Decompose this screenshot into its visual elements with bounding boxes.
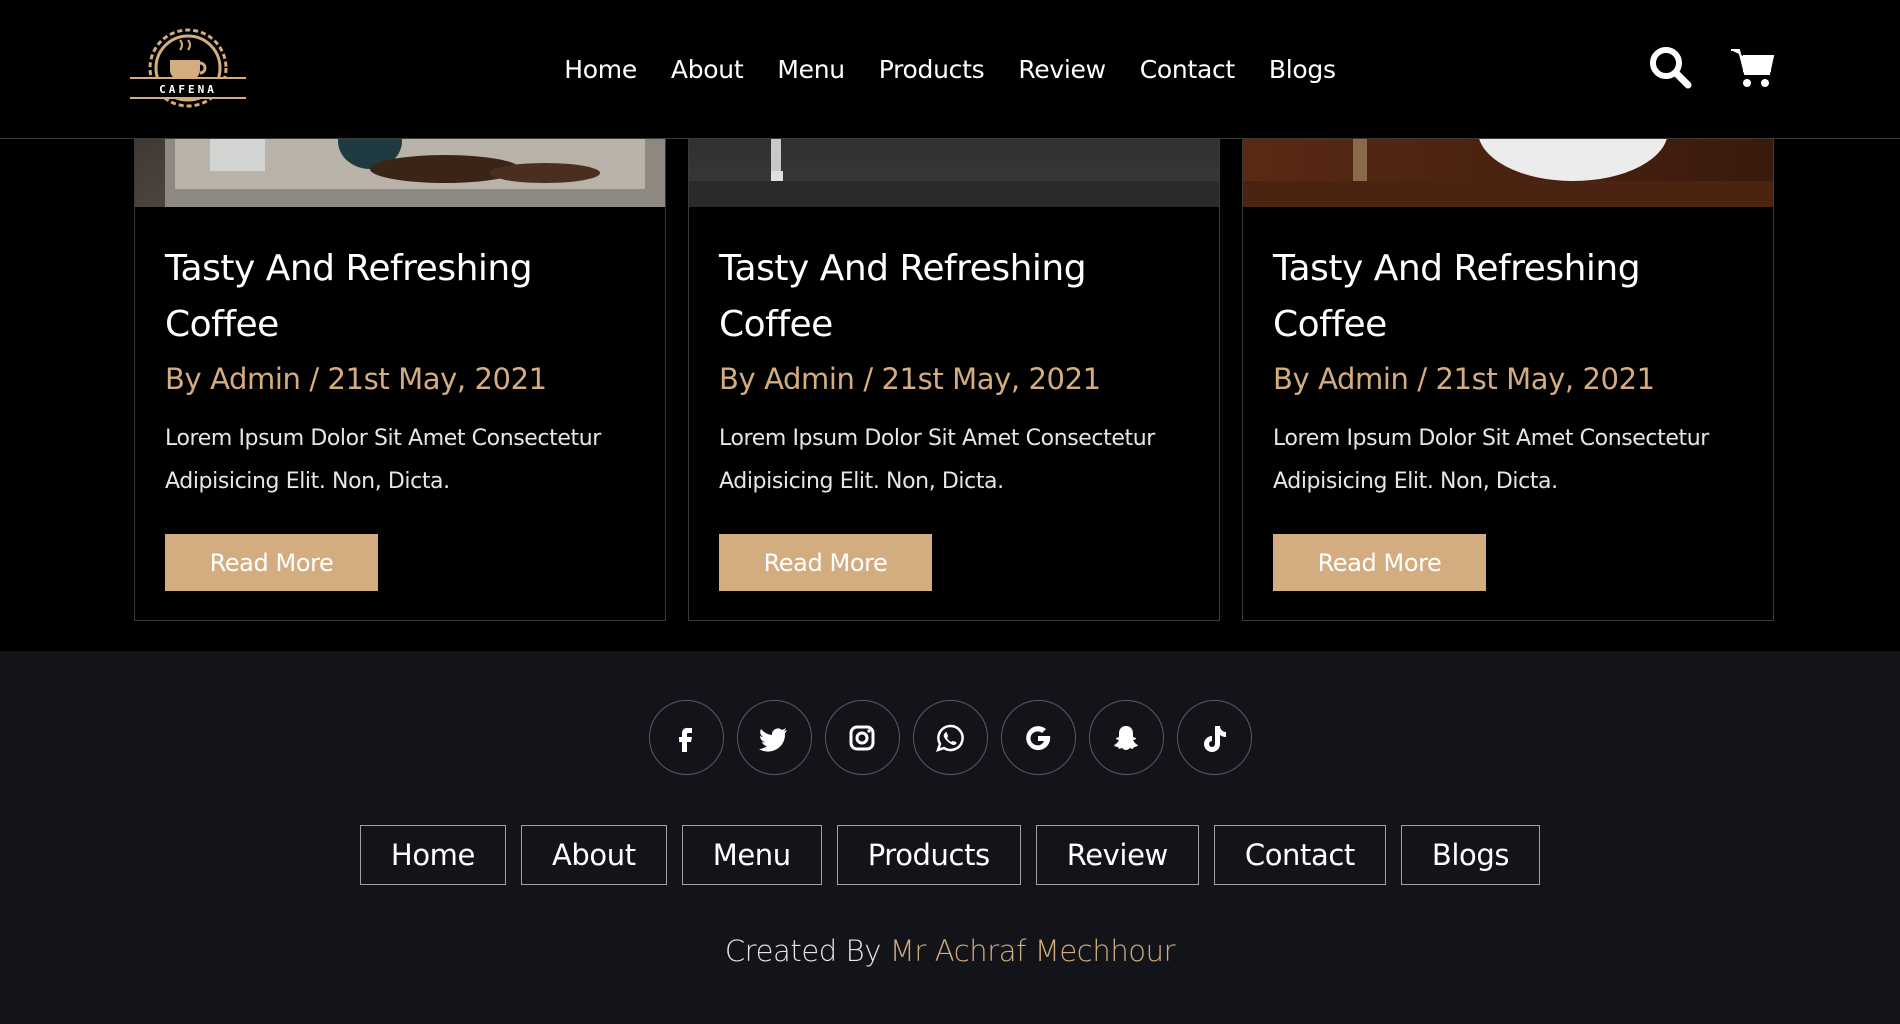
credit-prefix: Created By: [724, 934, 882, 968]
footer-nav: Home About Menu Products Review Contact …: [0, 825, 1900, 885]
nav-home[interactable]: Home: [564, 55, 637, 84]
read-more-button[interactable]: Read More: [1273, 534, 1486, 591]
nav-blogs[interactable]: Blogs: [1269, 55, 1336, 84]
main-nav: Home About Menu Products Review Contact …: [0, 0, 1900, 139]
nav-products[interactable]: Products: [879, 55, 985, 84]
footer-credit: Created By Mr Achraf Mechhour: [0, 934, 1900, 968]
footer-nav-blogs[interactable]: Blogs: [1400, 825, 1541, 885]
site-header: CAFENA Home About Menu Products Review C…: [0, 0, 1900, 139]
blog-title: Tasty And Refreshing Coffee: [719, 248, 1087, 345]
search-icon[interactable]: [1647, 44, 1693, 90]
twitter-icon[interactable]: [736, 700, 812, 775]
blog-meta: By Admin / 21st May, 2021: [1273, 362, 1655, 396]
whatsapp-icon[interactable]: [912, 700, 988, 775]
snapchat-icon[interactable]: [1088, 700, 1164, 775]
credit-author[interactable]: Mr Achraf Mechhour: [890, 934, 1176, 968]
nav-review[interactable]: Review: [1018, 55, 1106, 84]
read-more-button[interactable]: Read More: [719, 534, 932, 591]
tiktok-icon[interactable]: [1176, 700, 1252, 775]
footer-nav-products[interactable]: Products: [836, 825, 1021, 885]
footer-nav-home[interactable]: Home: [359, 825, 506, 885]
blog-excerpt: Lorem Ipsum Dolor Sit Amet Consectetur A…: [165, 426, 601, 494]
blog-title: Tasty And Refreshing Coffee: [1273, 248, 1641, 345]
blog-excerpt: Lorem Ipsum Dolor Sit Amet Consectetur A…: [1273, 426, 1709, 494]
footer-nav-menu[interactable]: Menu: [681, 825, 822, 885]
social-links: [0, 700, 1900, 775]
nav-contact[interactable]: Contact: [1140, 55, 1235, 84]
cart-icon[interactable]: [1729, 44, 1775, 90]
read-more-button[interactable]: Read More: [165, 534, 378, 591]
blog-excerpt: Lorem Ipsum Dolor Sit Amet Consectetur A…: [719, 426, 1155, 494]
blog-title: Tasty And Refreshing Coffee: [165, 248, 533, 345]
footer-nav-review[interactable]: Review: [1035, 825, 1199, 885]
nav-about[interactable]: About: [671, 55, 744, 84]
site-footer: Home About Menu Products Review Contact …: [0, 651, 1900, 1024]
footer-nav-about[interactable]: About: [520, 825, 667, 885]
blog-meta: By Admin / 21st May, 2021: [165, 362, 547, 396]
blog-meta: By Admin / 21st May, 2021: [719, 362, 1101, 396]
google-icon[interactable]: [1000, 700, 1076, 775]
header-actions: [1647, 44, 1775, 90]
nav-menu[interactable]: Menu: [777, 55, 845, 84]
footer-nav-contact[interactable]: Contact: [1213, 825, 1386, 885]
instagram-icon[interactable]: [824, 700, 900, 775]
facebook-icon[interactable]: [648, 700, 724, 775]
